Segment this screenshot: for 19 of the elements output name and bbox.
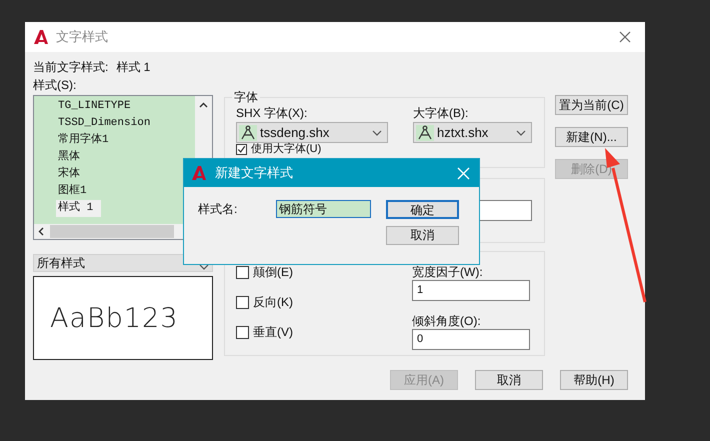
checkbox-label: 颠倒(E) [253, 264, 293, 280]
field-label: 大字体(B): [413, 106, 470, 120]
window-title: 文字样式 [56, 28, 108, 46]
field-label: 宽度因子(W): [412, 264, 484, 280]
filter-value: 所有样式 [37, 254, 86, 272]
group-title: 字体 [233, 89, 259, 106]
field-label: SHX 字体(X): [236, 106, 308, 120]
field-label: 倾斜角度(O): [412, 313, 482, 329]
styles-label: 样式(S): [33, 77, 78, 94]
current-style-value: 样式 1 [116, 60, 150, 74]
dropdown-value: hztxt.shx [437, 125, 490, 140]
checkbox-label: 使用大字体(U) [251, 143, 322, 155]
preview-text: AaBb123 [50, 302, 178, 334]
field-label: 样式名: [198, 201, 238, 218]
window-title: 新建文字样式 [215, 164, 293, 182]
checkbox-label: 反向(K) [253, 294, 293, 310]
dropdown-value: tssdeng.shx [260, 125, 330, 140]
current-style-label: 当前文字样式: [33, 60, 108, 74]
checkbox-label: 垂直(V) [253, 324, 293, 340]
